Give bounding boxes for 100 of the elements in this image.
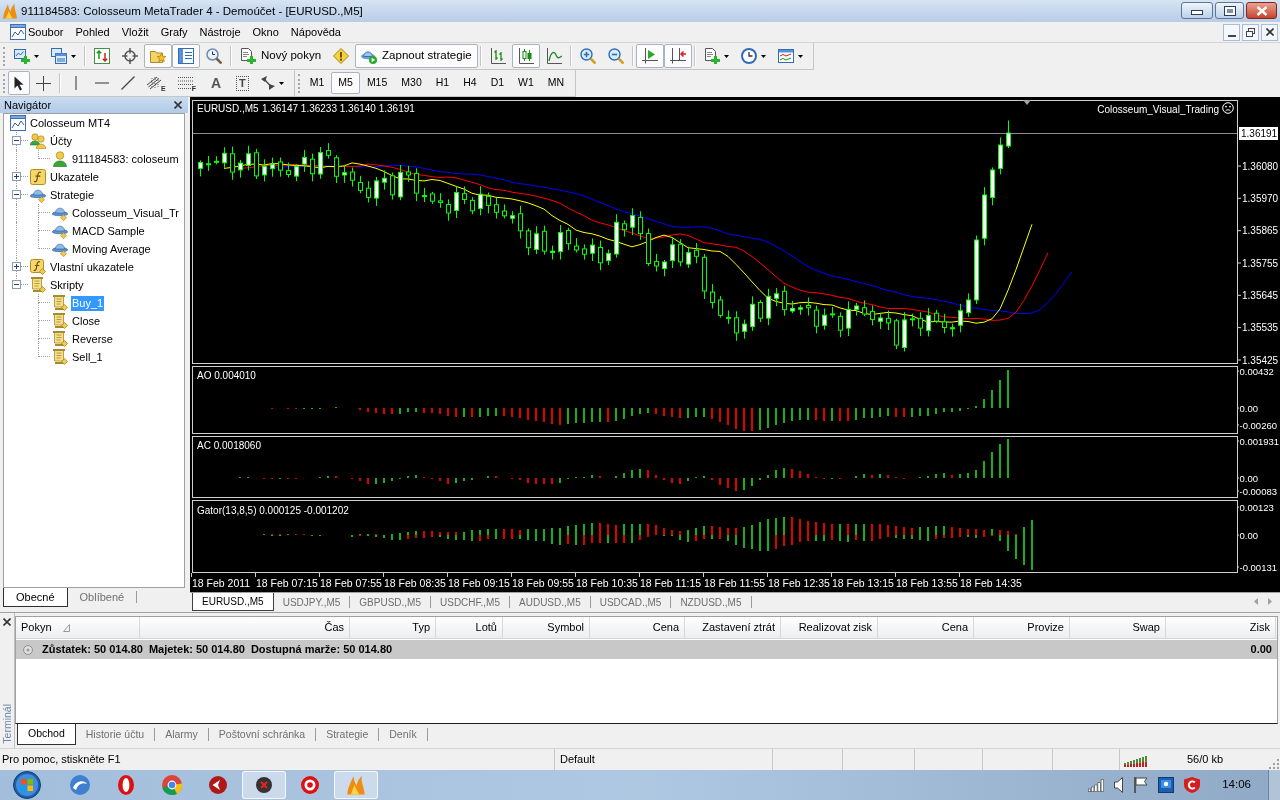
column-header[interactable]: Cena (590, 617, 685, 638)
menu-item[interactable]: Pohled (69, 23, 116, 41)
chart-tab[interactable]: NZDUSD.,M5 (671, 593, 751, 611)
tree-item[interactable]: Ukazatele (49, 169, 100, 185)
scroll-icon (52, 313, 68, 329)
tree-item[interactable]: Skripty (49, 277, 85, 293)
period-button[interactable]: H4 (456, 72, 484, 94)
chart-tab[interactable]: EURUSD.,M5 (192, 593, 274, 611)
tree-item[interactable]: Reverse (71, 331, 114, 347)
menu-item[interactable]: Vložit (115, 23, 155, 41)
column-header[interactable]: Zisk (1166, 617, 1276, 638)
horizontal-line-icon (95, 82, 109, 84)
expand-toggle[interactable] (12, 172, 21, 181)
close-button[interactable] (1, 616, 13, 628)
period-button[interactable]: M1 (302, 72, 332, 94)
label-tool-button[interactable]: T (229, 71, 255, 95)
collapse-toggle[interactable] (12, 136, 21, 145)
terminal-tab[interactable]: Deník (379, 724, 427, 745)
terminal-tab[interactable]: Obchod (17, 724, 76, 745)
menu-item[interactable]: Okno (246, 23, 285, 41)
tree-item[interactable]: Close (71, 313, 102, 329)
expand-toggle[interactable] (12, 262, 21, 271)
column-header[interactable]: Pokyn (16, 617, 140, 638)
panel-tab[interactable]: Oblíbené (67, 588, 137, 607)
panel-tab[interactable]: Obecné (3, 588, 68, 607)
auto-scroll-button[interactable] (635, 44, 664, 68)
column-header[interactable]: Swap (1070, 617, 1166, 638)
maximize-button[interactable] (1215, 2, 1244, 19)
signal-bars-icon[interactable] (1088, 778, 1105, 792)
expert-advisors-button[interactable]: Zapnout strategie (355, 44, 478, 68)
period-button[interactable]: M5 (331, 72, 360, 94)
column-header[interactable]: Realizovat zisk (781, 617, 878, 638)
indicator-axis-label: 0.001931 (1239, 435, 1280, 447)
tree-item[interactable]: 911184583: coloseum (71, 151, 180, 167)
axis-shift-icon (669, 48, 686, 64)
shield-icon[interactable] (1184, 777, 1201, 793)
terminal-tab[interactable]: Poštovní schránka (208, 724, 316, 745)
collapse-toggle[interactable] (12, 190, 21, 199)
column-header[interactable]: Typ (350, 617, 436, 638)
minimize-button[interactable] (1223, 23, 1240, 41)
close-button[interactable] (1261, 23, 1278, 41)
restore-button[interactable] (1242, 23, 1259, 41)
terminal-tab[interactable]: Alarmy (155, 724, 208, 745)
chart-tab[interactable]: USDJPY.,M5 (273, 593, 350, 611)
column-header[interactable]: Cena (878, 617, 974, 638)
tree-item[interactable]: Vlastní ukazatele (49, 259, 135, 275)
menu-item[interactable]: Nápověda (284, 23, 347, 41)
chart-tab[interactable]: AUDUSD.,M5 (510, 593, 590, 611)
speaker-icon[interactable] (1114, 777, 1125, 793)
square-badge-icon[interactable] (1158, 777, 1175, 793)
tree-item[interactable]: Účty (49, 133, 73, 149)
hat-play-icon (361, 48, 378, 64)
candlestick-button[interactable] (511, 44, 540, 68)
price-axis-label: 1.35755 (1242, 257, 1279, 269)
magnifier-icon (206, 48, 222, 64)
period-button[interactable]: H1 (428, 72, 457, 94)
indicator-axis-label: 0.00 (1239, 402, 1258, 414)
resize-grip-icon[interactable] (1268, 758, 1279, 769)
new-order-button[interactable]: Nový pokyn (234, 44, 328, 68)
column-header[interactable]: Zastavení ztrát (685, 617, 781, 638)
period-button[interactable]: W1 (511, 72, 541, 94)
period-button[interactable]: MN (540, 72, 572, 94)
text-tool-button[interactable]: A (201, 71, 230, 95)
cross-circle-icon (256, 777, 272, 793)
tree-item[interactable]: MACD Sample (71, 223, 146, 239)
minimize-button[interactable] (1181, 2, 1213, 19)
chart-tab[interactable]: GBPUSD.,M5 (350, 593, 430, 611)
menu-item[interactable]: Nástroje (193, 23, 247, 41)
tree-item[interactable]: Sell_1 (71, 349, 104, 365)
navigator-button[interactable] (144, 44, 172, 68)
column-header[interactable]: Lotů (436, 617, 503, 638)
chart-shift-button[interactable] (663, 44, 692, 68)
chart-tab[interactable]: USDCAD.,M5 (590, 593, 671, 611)
period-button[interactable]: M30 (394, 72, 429, 94)
terminal-tab[interactable]: Strategie (316, 724, 379, 745)
symbol-label: EURUSD.,M5 (197, 103, 259, 114)
tree-item[interactable]: Colosseum MT4 (29, 115, 112, 131)
close-button[interactable] (172, 99, 184, 111)
profit-total: 0.00 (1250, 642, 1272, 658)
taskbar-button[interactable] (242, 771, 286, 799)
period-button[interactable]: M15 (359, 72, 395, 94)
collapse-toggle[interactable] (12, 280, 21, 289)
menu-item[interactable]: Grafy (154, 23, 194, 41)
chart-tab[interactable]: USDCHF.,M5 (431, 593, 509, 611)
tree-item[interactable]: Colosseum_Visual_Tr (71, 205, 180, 221)
column-header[interactable]: Čas (140, 617, 350, 638)
flag-icon[interactable] (1134, 777, 1149, 793)
period-button[interactable]: D1 (483, 72, 512, 94)
start-button[interactable] (12, 770, 42, 800)
terminal-tab[interactable]: Historie účtu (75, 724, 155, 745)
tree-item[interactable]: Moving Average (71, 241, 152, 257)
column-header[interactable]: Provize (974, 617, 1070, 638)
terminal-button[interactable] (172, 44, 200, 68)
menu-item[interactable]: Soubor (22, 23, 70, 41)
cursor-button[interactable] (8, 71, 30, 95)
close-button[interactable] (1246, 2, 1277, 19)
panel-title: Navigátor (4, 98, 52, 112)
tree-item[interactable]: Strategie (49, 187, 96, 203)
column-header[interactable]: Symbol (503, 617, 590, 638)
document-plus-icon (703, 48, 720, 64)
